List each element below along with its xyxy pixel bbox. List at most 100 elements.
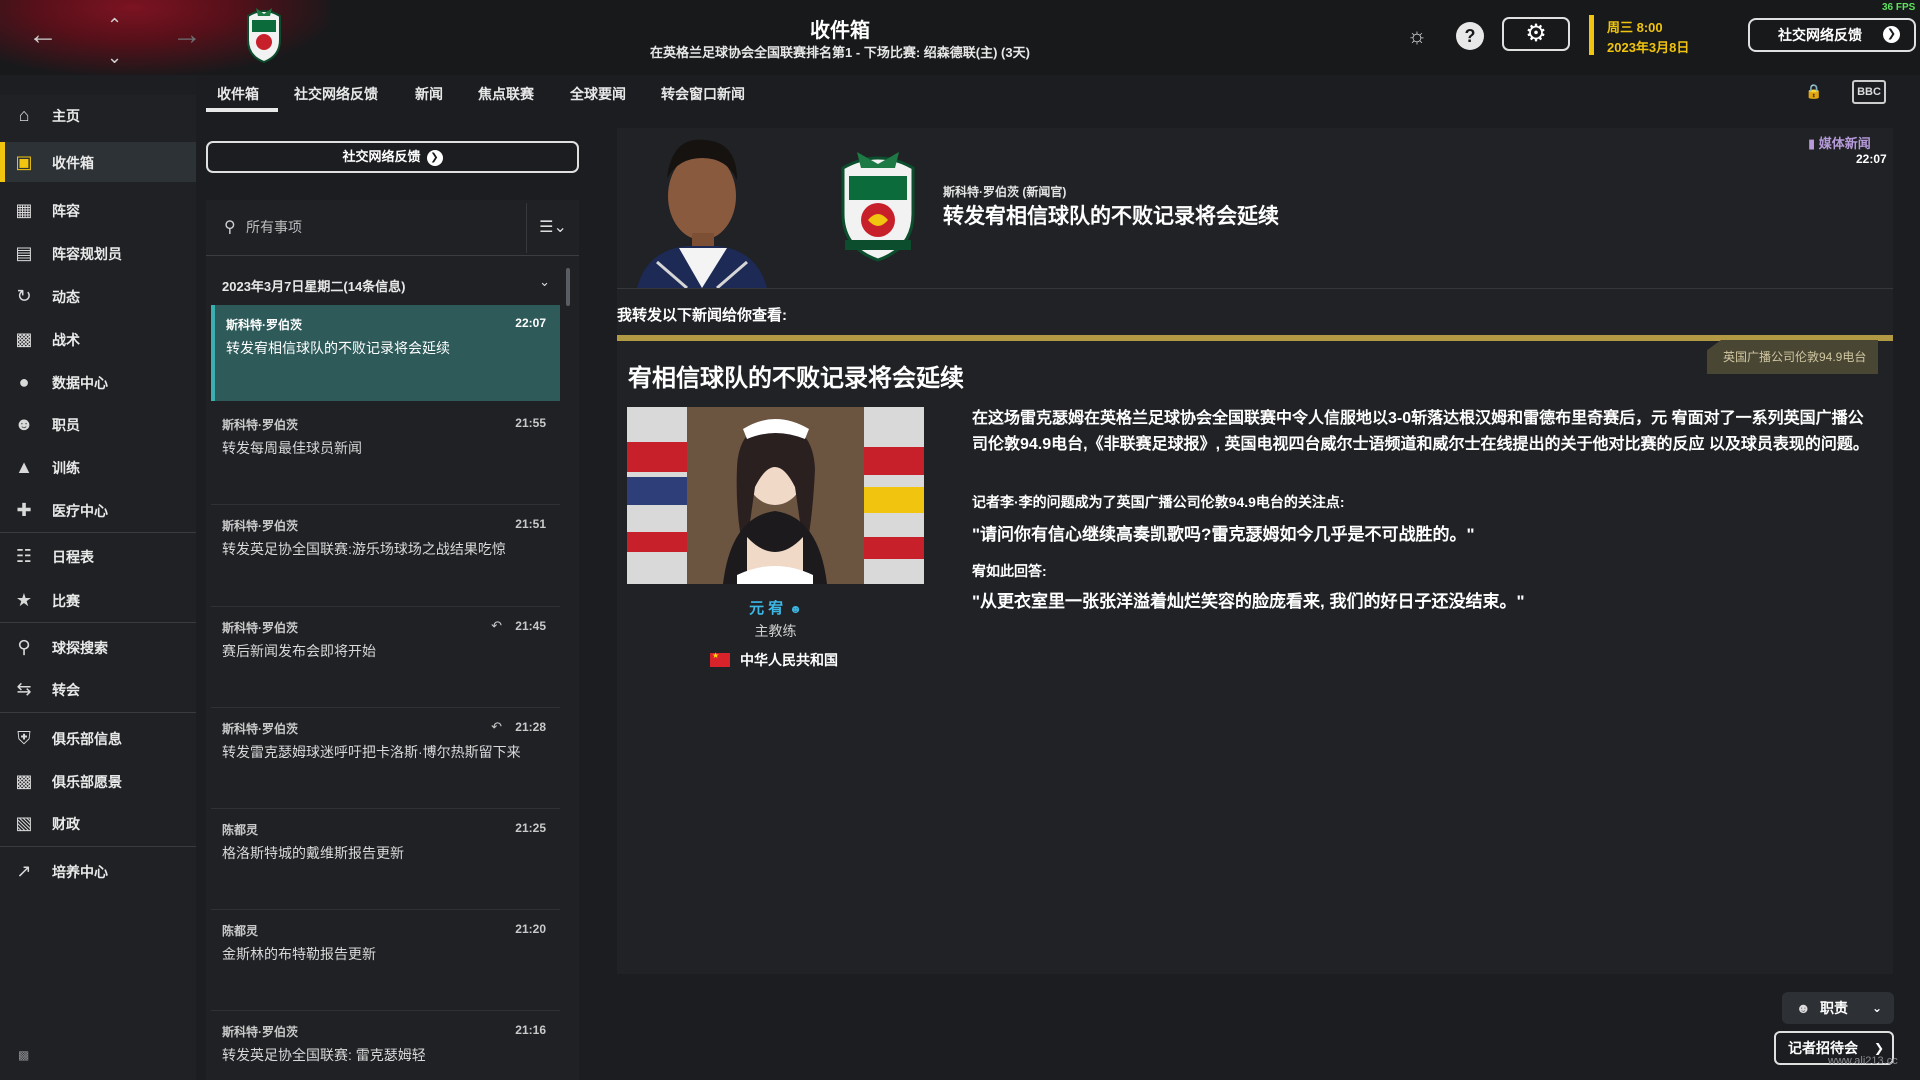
question-text: "请问你有信心继续高奏凯歌吗?雷克瑟姆如今几乎是不可战胜的。"	[972, 525, 1475, 544]
list-divider	[211, 808, 560, 809]
continue-social-button[interactable]: 社交网络反馈 ❯	[1748, 18, 1916, 52]
chevron-right-icon: ❯	[1883, 26, 1900, 43]
message-subject: 转发每周最佳球员新闻	[222, 440, 362, 456]
news-title: 宥相信球队的不败记录将会延续	[628, 365, 964, 392]
list-divider	[206, 255, 579, 256]
sidebar-item-tactics[interactable]: ▩ 战术	[0, 319, 196, 359]
sidebar-item-scouting[interactable]: ⚲ 球探搜索	[0, 627, 196, 667]
social-feedback-button[interactable]: 社交网络反馈 ❯	[206, 141, 579, 173]
help-icon[interactable]: ?	[1456, 22, 1484, 50]
globe-icon[interactable]: ☼	[1403, 22, 1431, 50]
settings-button[interactable]: ⚙	[1502, 17, 1570, 51]
list-item[interactable]: 陈都灵 21:25 格洛斯特城的戴维斯报告更新	[211, 810, 560, 906]
sidebar-item-label: 动态	[52, 289, 80, 305]
sidebar-item-medical[interactable]: ✚ 医疗中心	[0, 490, 196, 530]
manager-name[interactable]: 元 宥 ☻	[627, 597, 924, 618]
message-subject: 金斯林的布特勒报告更新	[222, 946, 376, 962]
list-item[interactable]: 斯科特·罗伯茨 ↶ 21:45 赛后新闻发布会即将开始	[211, 608, 560, 704]
list-item[interactable]: 斯科特·罗伯茨 21:55 转发每周最佳球员新闻	[211, 405, 560, 501]
sidebar-item-label: 财政	[52, 816, 80, 832]
message-subject: 转发雷克瑟姆球迷呼吁把卡洛斯·博尔热斯留下来	[222, 744, 521, 760]
list-scrollbar[interactable]	[566, 268, 570, 306]
sidebar-item-staff[interactable]: ☻ 职员	[0, 404, 196, 444]
message-sender: 斯科特·罗伯茨	[222, 722, 298, 736]
media-source-icon[interactable]: BBC	[1852, 80, 1886, 104]
message-author[interactable]: 斯科特·罗伯茨 (新闻官)	[943, 183, 1066, 200]
question-label: 记者李·李的问题成为了英国广播公司伦敦94.9电台的关注点:	[972, 494, 1345, 510]
sidebar-item-dynamics[interactable]: ↻ 动态	[0, 276, 196, 316]
sidebar-item-club-vision[interactable]: ▩ 俱乐部愿景	[0, 761, 196, 801]
sidebar-divider	[0, 532, 196, 533]
media-badge-label: 媒体新闻	[1818, 136, 1871, 151]
tab-focus-league[interactable]: 焦点联赛	[478, 84, 534, 104]
tab-transfer-window-news[interactable]: 转会窗口新闻	[661, 84, 745, 104]
list-item[interactable]: 斯科特·罗伯茨 ↶ 21:28 转发雷克瑟姆球迷呼吁把卡洛斯·博尔热斯留下来	[211, 709, 560, 805]
answer-label: 宥如此回答:	[972, 563, 1047, 579]
replied-icon: ↶	[491, 719, 502, 734]
tab-news[interactable]: 新闻	[415, 84, 443, 104]
clipboard-icon: ▤	[15, 243, 33, 263]
list-item[interactable]: 斯科特·罗伯茨 21:16 转发英足协全国联赛: 雷克瑟姆轻	[211, 1012, 560, 1080]
sidebar-item-label: 阵容	[52, 203, 80, 219]
list-divider	[211, 909, 560, 910]
sidebar-item-label: 俱乐部愿景	[52, 774, 122, 790]
sidebar-item-data-hub[interactable]: ● 数据中心	[0, 362, 196, 402]
press-officer-photo[interactable]	[617, 128, 783, 288]
replied-icon: ↶	[491, 618, 502, 633]
manager-nationality[interactable]: 中华人民共和国	[740, 650, 838, 670]
lock-icon[interactable]: 🔒	[1805, 83, 1822, 100]
shirt-icon: ▦	[15, 200, 33, 220]
message-time: 21:20	[515, 922, 546, 936]
chevron-right-icon: ❯	[426, 150, 443, 166]
header-divider	[617, 288, 1893, 289]
message-subject: 转发英足协全国联赛:游乐场球场之战结果吃惊	[222, 541, 506, 557]
staff-responsibility-button[interactable]: ☻ 职责 ⌄	[1782, 992, 1894, 1024]
manager-photo[interactable]	[627, 407, 924, 584]
sidebar-item-inbox[interactable]: ▣ 收件箱	[0, 142, 196, 182]
date-accent-bar	[1589, 15, 1594, 55]
active-tab-indicator	[206, 108, 278, 112]
sidebar-item-training[interactable]: ▲ 训练	[0, 447, 196, 487]
trophy-icon: ★	[15, 590, 33, 610]
chevron-down-icon: ⌄	[1871, 1001, 1882, 1015]
sidebar-item-squad[interactable]: ▦ 阵容	[0, 190, 196, 230]
tab-social-feedback[interactable]: 社交网络反馈	[294, 84, 378, 104]
sidebar-divider	[0, 712, 196, 713]
sidebar-item-label: 数据中心	[52, 375, 108, 391]
message-sender: 斯科特·罗伯茨	[222, 519, 298, 533]
list-item[interactable]: 斯科特·罗伯茨 21:51 转发英足协全国联赛:游乐场球场之战结果吃惊	[211, 506, 560, 602]
sidebar-item-label: 医疗中心	[52, 503, 108, 519]
list-item[interactable]: 斯科特·罗伯茨 22:07 转发宥相信球队的不败记录将会延续	[211, 305, 560, 401]
sidebar-item-competitions[interactable]: ★ 比赛	[0, 580, 196, 620]
shield-icon: ⛨	[17, 728, 31, 748]
sidebar-item-label: 主页	[52, 108, 80, 124]
sidebar-item-label: 比赛	[52, 593, 80, 609]
filter-menu-button[interactable]: ☰⌄	[526, 203, 579, 253]
tab-global-news[interactable]: 全球要闻	[570, 84, 626, 104]
message-subject: 格洛斯特城的戴维斯报告更新	[222, 845, 404, 861]
tab-inbox[interactable]: 收件箱	[217, 84, 259, 104]
sidebar-item-club-info[interactable]: ⛨ 俱乐部信息	[0, 718, 196, 758]
collapse-sidebar-icon[interactable]: ▩	[18, 1048, 29, 1062]
club-crest-icon[interactable]	[835, 148, 921, 262]
sidebar-item-home[interactable]: ⌂ 主页	[0, 95, 196, 135]
staff-icon: ☻	[14, 414, 34, 434]
list-item[interactable]: 陈都灵 21:20 金斯林的布特勒报告更新	[211, 911, 560, 1007]
date-group-header[interactable]: 2023年3月7日星期二(14条信息) ⌄	[206, 272, 560, 298]
message-time: 21:28	[515, 720, 546, 734]
fps-counter: 36 FPS	[1882, 2, 1916, 13]
sidebar-item-transfers[interactable]: ⇆ 转会	[0, 669, 196, 709]
message-subject: 转发英足协全国联赛: 雷克瑟姆轻	[222, 1047, 426, 1063]
search-input[interactable]	[246, 215, 506, 239]
sidebar-item-schedule[interactable]: ☷ 日程表	[0, 536, 196, 576]
development-icon: ↗	[16, 861, 32, 881]
china-flag-icon	[710, 651, 730, 667]
message-time: 21:55	[515, 416, 546, 430]
sidebar-item-squad-planner[interactable]: ▤ 阵容规划员	[0, 233, 196, 273]
sidebar-item-label: 培养中心	[52, 864, 108, 880]
sidebar-item-finances[interactable]: ▧ 财政	[0, 803, 196, 843]
sidebar-item-development[interactable]: ↗ 培养中心	[0, 851, 196, 891]
search-box[interactable]: ⚲	[206, 203, 526, 253]
list-divider	[211, 504, 560, 505]
training-icon: ▲	[15, 457, 33, 477]
